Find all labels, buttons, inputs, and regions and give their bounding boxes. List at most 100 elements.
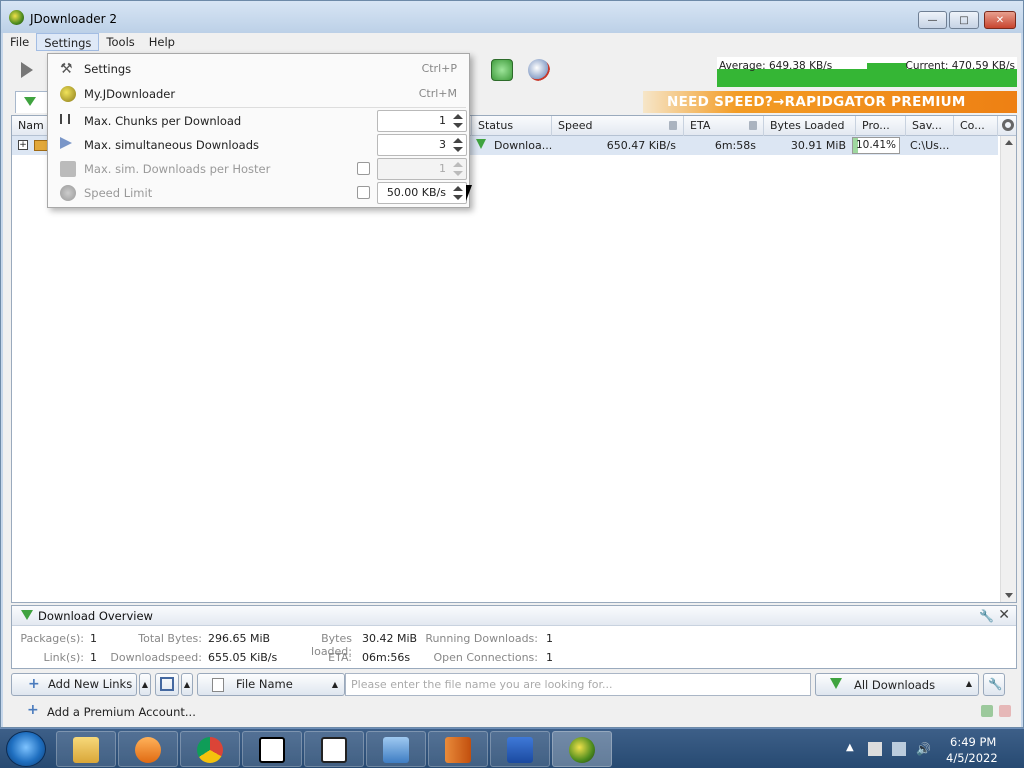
packages-value: 1 [90, 632, 97, 645]
folder-icon [73, 737, 99, 763]
column-status[interactable]: Status [472, 116, 552, 136]
links-label: Link(s): [43, 651, 84, 664]
speed-limit-spinner[interactable]: 50.00 KB/s [377, 182, 467, 204]
taskbar-chrome[interactable] [180, 731, 240, 767]
app-icon [507, 737, 533, 763]
premium-banner[interactable]: NEED SPEED?→RAPIDGATOR PREMIUM [643, 91, 1017, 113]
chevron-up-icon: ▲ [331, 680, 338, 689]
clipboard-icon[interactable] [981, 705, 993, 717]
eta-label: ETA: [328, 651, 352, 664]
tools-icon: 🔧 [988, 677, 1003, 691]
menu-item-settings[interactable]: ⚒ Settings Ctrl+P [48, 57, 469, 81]
plus-icon: + [28, 676, 40, 692]
hoster-icon [60, 161, 76, 177]
spinner-arrows-icon[interactable] [453, 186, 463, 200]
row-eta: 6m:58s [714, 139, 756, 152]
column-eta[interactable]: ETA [684, 116, 764, 136]
chrome-icon [197, 737, 223, 763]
jdownloader-logo-icon [9, 10, 24, 25]
show-hidden-icons-icon[interactable]: ▲ [846, 742, 860, 756]
speedometer-icon [60, 185, 76, 201]
row-speed: 650.47 KiB/s [606, 139, 676, 152]
menu-tools[interactable]: Tools [99, 33, 141, 51]
search-column-select[interactable]: File Name ▲ [197, 673, 345, 696]
taskbar-media-player[interactable] [118, 731, 178, 767]
action-center-icon[interactable] [868, 742, 882, 756]
taskbar-explorer[interactable] [56, 731, 116, 767]
menu-item-speed-limit: Speed Limit 50.00 KB/s [48, 181, 469, 205]
minimize-button[interactable]: — [918, 11, 947, 29]
list-icon [160, 677, 174, 691]
speed-limit-checkbox[interactable] [357, 186, 370, 199]
menu-item-myjdownloader[interactable]: My.JDownloader Ctrl+M [48, 82, 469, 106]
taskbar-7zip[interactable] [242, 731, 302, 767]
list-view-button[interactable] [155, 673, 179, 696]
max-per-hoster-checkbox[interactable] [357, 162, 370, 175]
speed-graph-peak [867, 63, 907, 87]
scroll-up-icon[interactable] [1005, 140, 1013, 145]
maximize-button[interactable]: □ [949, 11, 979, 29]
scroll-down-icon[interactable] [1005, 593, 1013, 598]
running-downloads-label: Running Downloads: [425, 632, 538, 645]
taskbar-app[interactable] [490, 731, 550, 767]
max-simultaneous-spinner[interactable]: 3 [377, 134, 467, 156]
expand-toggle[interactable]: + [18, 140, 28, 150]
add-premium-account-link[interactable]: Add a Premium Account... [47, 705, 196, 719]
spinner-arrows-icon [453, 162, 463, 176]
column-comment[interactable]: Co... [954, 116, 998, 136]
column-settings-gear-icon[interactable] [1002, 119, 1014, 131]
search-input[interactable]: Please enter the file name you are looki… [345, 673, 811, 696]
taskbar-jdownloader[interactable] [552, 731, 612, 767]
start-button[interactable] [6, 731, 46, 767]
downloadspeed-value: 655.05 KiB/s [208, 651, 278, 664]
add-new-links-button[interactable]: + Add New Links [11, 673, 137, 696]
view-dropdown-button[interactable]: ▲ [181, 673, 193, 696]
mouse-cursor-icon [466, 185, 472, 201]
taskbar-control-panel[interactable] [366, 731, 426, 767]
speed-graph: Average: 649.38 KB/s Current: 470.59 KB/… [717, 57, 1017, 87]
column-bytes-loaded[interactable]: Bytes Loaded [764, 116, 856, 136]
menu-item-myjdownloader-label: My.JDownloader [84, 87, 176, 101]
play-icon[interactable] [21, 62, 33, 78]
column-speed-label: Speed [558, 119, 593, 132]
taskbar-office[interactable] [428, 731, 488, 767]
update-icon[interactable] [528, 59, 550, 81]
premium-toggle-icon[interactable] [999, 705, 1011, 717]
add-new-links-label: Add New Links [48, 677, 133, 691]
download-overview-panel: Download Overview 🔧 ✕ Package(s): 1 Tota… [11, 605, 1017, 669]
title-bar[interactable]: JDownloader 2 — □ ✕ [1, 1, 1023, 33]
max-chunks-label: Max. Chunks per Download [84, 114, 242, 128]
menu-help[interactable]: Help [142, 33, 182, 51]
reconnect-icon[interactable] [491, 59, 513, 81]
menu-file[interactable]: File [3, 33, 36, 51]
document-icon [212, 678, 224, 692]
volume-icon[interactable]: 🔊 [916, 742, 931, 756]
column-progress[interactable]: Pro... [856, 116, 906, 136]
row-status: Downloa... [494, 139, 552, 152]
row-save-to: C:\Us... [910, 139, 950, 152]
overview-title: Download Overview [38, 609, 153, 623]
bottom-toolbar: + Add New Links ▲ ▲ File Name ▲ Please e… [11, 673, 1017, 697]
max-chunks-spinner[interactable]: 1 [377, 110, 467, 132]
add-links-dropdown-button[interactable]: ▲ [139, 673, 151, 696]
wrench-icon[interactable]: 🔧 [979, 609, 994, 623]
filter-select[interactable]: All Downloads ▲ [815, 673, 979, 696]
column-speed[interactable]: Speed [552, 116, 684, 136]
overview-header: Download Overview 🔧 ✕ [12, 606, 1016, 626]
column-save-to[interactable]: Sav... [906, 116, 954, 136]
clock-date[interactable]: 4/5/2022 [946, 751, 998, 765]
speed-limit-value: 50.00 KB/s [386, 186, 446, 199]
downloading-icon [476, 139, 486, 149]
settings-tools-button[interactable]: 🔧 [983, 673, 1005, 696]
network-icon[interactable] [892, 742, 906, 756]
menu-settings[interactable]: Settings [36, 33, 100, 51]
vertical-scrollbar[interactable] [1000, 136, 1016, 602]
menu-item-settings-label: Settings [84, 62, 132, 76]
close-button[interactable]: ✕ [984, 11, 1016, 29]
spinner-arrows-icon[interactable] [453, 138, 463, 152]
taskbar-sands[interactable] [304, 731, 364, 767]
spinner-arrows-icon[interactable] [453, 114, 463, 128]
close-icon[interactable]: ✕ [998, 607, 1010, 623]
simultaneous-downloads-icon [60, 137, 72, 149]
clock-time[interactable]: 6:49 PM [950, 735, 996, 749]
